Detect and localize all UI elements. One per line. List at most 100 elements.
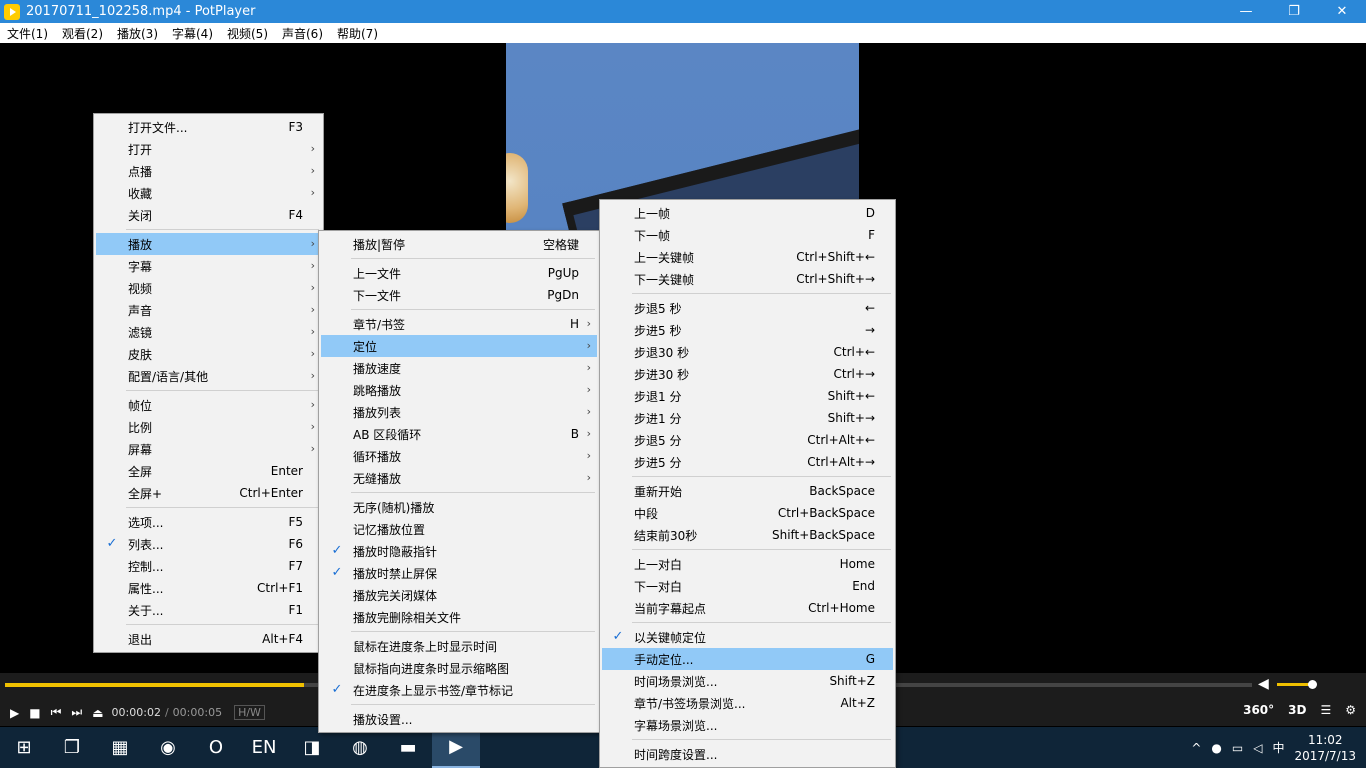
tray-expand-icon[interactable]: ^	[1191, 741, 1201, 755]
chrome-icon[interactable]: ◉	[144, 727, 192, 768]
menu-item[interactable]: 配置/语言/其他 ›	[96, 365, 321, 387]
menu-item[interactable]: 手动定位... G	[602, 648, 893, 670]
gear-icon[interactable]: ⚙	[1345, 703, 1356, 717]
menu-item[interactable]: 屏幕 ›	[96, 438, 321, 460]
maximize-button[interactable]: ❐	[1270, 0, 1318, 23]
menu-item[interactable]: 打开文件... F3	[96, 116, 321, 138]
menu-item[interactable]: 当前字幕起点 Ctrl+Home	[602, 597, 893, 619]
menu-item[interactable]: 播放设置...	[321, 708, 597, 730]
menu-subtitle[interactable]: 字幕(4)	[165, 25, 220, 42]
menu-item[interactable]: 播放完删除相关文件	[321, 606, 597, 628]
menu-item[interactable]: 步退30 秒 Ctrl+←	[602, 341, 893, 363]
menu-item[interactable]: 上一文件 PgUp	[321, 262, 597, 284]
en-input-icon[interactable]: EN	[240, 727, 288, 768]
menu-item[interactable]: 步退5 秒 ←	[602, 297, 893, 319]
menu-item[interactable]: 上一关键帧 Ctrl+Shift+←	[602, 246, 893, 268]
menu-item[interactable]: 步进5 分 Ctrl+Alt+→	[602, 451, 893, 473]
task-view-icon[interactable]: ❐	[48, 727, 96, 768]
menu-item[interactable]: 循环播放 ›	[321, 445, 597, 467]
menu-item[interactable]: 全屏+ Ctrl+Enter	[96, 482, 321, 504]
menu-item[interactable]: 声音 ›	[96, 299, 321, 321]
close-button[interactable]: ✕	[1318, 0, 1366, 23]
menu-item[interactable]: 播放列表 ›	[321, 401, 597, 423]
menu-item[interactable]: 关于... F1	[96, 599, 321, 621]
stop-icon[interactable]: ■	[29, 706, 40, 720]
menu-play[interactable]: 播放(3)	[110, 25, 165, 42]
menu-item[interactable]: 播放完关闭媒体	[321, 584, 597, 606]
menu-item[interactable]: 控制... F7	[96, 555, 321, 577]
menu-item[interactable]: ✓ 播放时禁止屏保	[321, 562, 597, 584]
file-explorer-icon[interactable]: ▬	[384, 727, 432, 768]
menu-item[interactable]: 播放速度 ›	[321, 357, 597, 379]
menu-item[interactable]: 上一对白 Home	[602, 553, 893, 575]
menu-item[interactable]: 跳略播放 ›	[321, 379, 597, 401]
menu-item[interactable]: AB 区段循环 B ›	[321, 423, 597, 445]
menu-item[interactable]: 播放 ›	[96, 233, 321, 255]
menu-item[interactable]: 退出 Alt+F4	[96, 628, 321, 650]
menu-item[interactable]: 点播 ›	[96, 160, 321, 182]
eject-icon[interactable]: ⏏	[92, 706, 103, 720]
menu-item[interactable]: 字幕 ›	[96, 255, 321, 277]
hw-decoding-badge[interactable]: H/W	[234, 705, 265, 720]
menu-item[interactable]: 步进5 秒 →	[602, 319, 893, 341]
menu-item[interactable]: 属性... Ctrl+F1	[96, 577, 321, 599]
volume-tray-icon[interactable]: ◁	[1253, 741, 1262, 755]
menu-item[interactable]: 播放|暂停 空格键	[321, 233, 597, 255]
tim-icon[interactable]: ◨	[288, 727, 336, 768]
menu-item[interactable]: 步进1 分 Shift+→	[602, 407, 893, 429]
volume-knob[interactable]	[1307, 679, 1317, 689]
menu-item[interactable]: 打开 ›	[96, 138, 321, 160]
menu-item[interactable]: 下一帧 F	[602, 224, 893, 246]
menu-item[interactable]: 上一帧 D	[602, 202, 893, 224]
menu-item[interactable]: 结束前30秒 Shift+BackSpace	[602, 524, 893, 546]
menu-item[interactable]: 下一关键帧 Ctrl+Shift+→	[602, 268, 893, 290]
menu-item[interactable]: 字幕场景浏览...	[602, 714, 893, 736]
minimize-button[interactable]: —	[1222, 0, 1270, 23]
menu-item[interactable]: ✓ 以关键帧定位	[602, 626, 893, 648]
menu-item[interactable]: 比例 ›	[96, 416, 321, 438]
menu-item[interactable]: 定位 ›	[321, 335, 597, 357]
menu-item[interactable]: ✓ 在进度条上显示书签/章节标记	[321, 679, 597, 701]
windows-start-icon[interactable]: ⊞	[0, 727, 48, 768]
menu-item[interactable]: 步进30 秒 Ctrl+→	[602, 363, 893, 385]
menu-item[interactable]: 时间跨度设置...	[602, 743, 893, 765]
menu-view[interactable]: 观看(2)	[55, 25, 110, 42]
menu-item[interactable]: 收藏 ›	[96, 182, 321, 204]
menu-item[interactable]: 下一对白 End	[602, 575, 893, 597]
menu-video[interactable]: 视频(5)	[220, 25, 275, 42]
opera-icon[interactable]: O	[192, 727, 240, 768]
menu-item[interactable]: 视频 ›	[96, 277, 321, 299]
next-icon[interactable]: ⏭	[71, 705, 82, 720]
menu-file[interactable]: 文件(1)	[0, 25, 55, 42]
speaker-icon[interactable]: ◀	[1258, 676, 1269, 692]
playlist-icon[interactable]: ☰	[1320, 703, 1331, 717]
menu-item[interactable]: 下一文件 PgDn	[321, 284, 597, 306]
menu-item[interactable]: 记忆播放位置	[321, 518, 597, 540]
volume-bar[interactable]	[1276, 679, 1317, 689]
previous-icon[interactable]: ⏮	[51, 705, 62, 720]
menu-item[interactable]: 时间场景浏览... Shift+Z	[602, 670, 893, 692]
calculator-icon[interactable]: ▦	[96, 727, 144, 768]
menu-item[interactable]: ✓ 列表... F6	[96, 533, 321, 555]
menu-item[interactable]: 鼠标在进度条上时显示时间	[321, 635, 597, 657]
menu-item[interactable]: 关闭 F4	[96, 204, 321, 226]
menu-item[interactable]: 步退1 分 Shift+←	[602, 385, 893, 407]
menu-item[interactable]: ✓ 播放时隐蔽指针	[321, 540, 597, 562]
office-icon[interactable]: ◍	[336, 727, 384, 768]
menu-item[interactable]: 章节/书签 H ›	[321, 313, 597, 335]
menu-item[interactable]: 鼠标指向进度条时显示缩略图	[321, 657, 597, 679]
play-icon[interactable]: ▶	[10, 706, 19, 720]
menu-item[interactable]: 皮肤 ›	[96, 343, 321, 365]
menu-item[interactable]: 无缝播放 ›	[321, 467, 597, 489]
qq-icon[interactable]: ●	[1211, 741, 1221, 755]
menu-item[interactable]: 重新开始 BackSpace	[602, 480, 893, 502]
3d-button[interactable]: 3D	[1288, 703, 1306, 717]
360-button[interactable]: 360°	[1243, 703, 1274, 717]
menu-item[interactable]: 章节/书签场景浏览... Alt+Z	[602, 692, 893, 714]
menu-audio[interactable]: 声音(6)	[275, 25, 330, 42]
menu-help[interactable]: 帮助(7)	[330, 25, 385, 42]
menu-item[interactable]: 无序(随机)播放	[321, 496, 597, 518]
clock[interactable]: 11:02 2017/7/13	[1294, 732, 1356, 764]
menu-item[interactable]: 步退5 分 Ctrl+Alt+←	[602, 429, 893, 451]
potplayer-icon[interactable]: ▶	[432, 727, 480, 768]
